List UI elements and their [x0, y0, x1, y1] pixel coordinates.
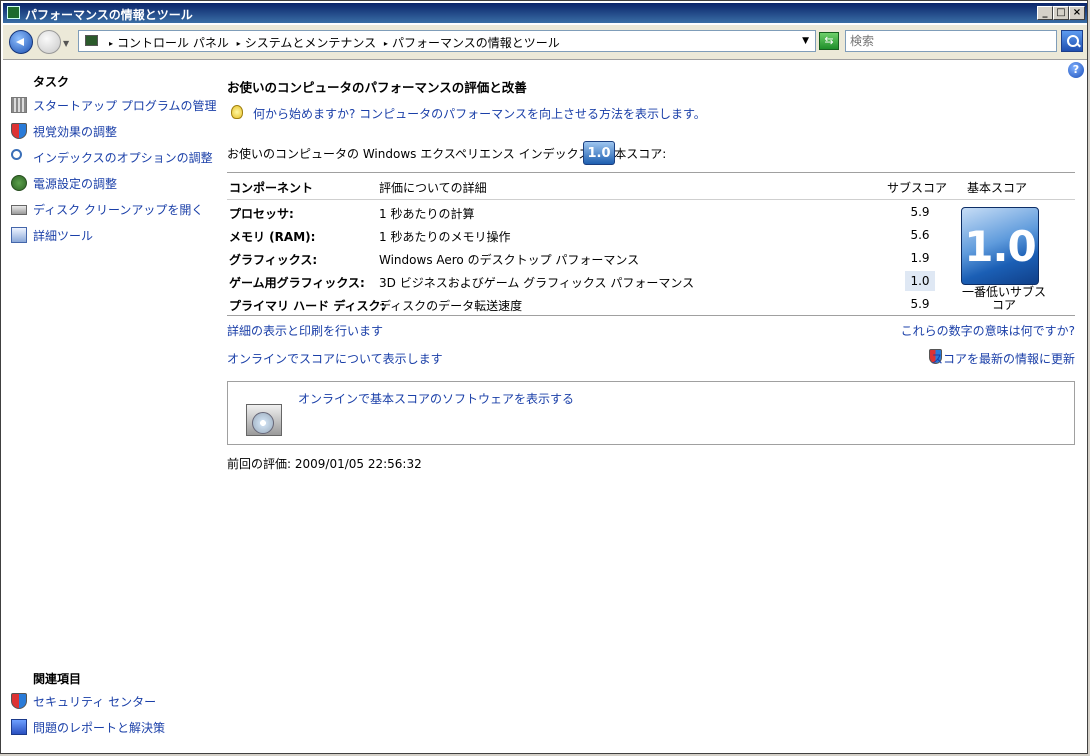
table-row: メモリ (RAM): 1 秒あたりのメモリ操作 5.6: [227, 224, 947, 246]
disk-cleanup-icon: [11, 205, 27, 215]
main-content: お使いのコンピュータのパフォーマンスの評価と改善 何から始めますか? コンピュー…: [227, 61, 1079, 751]
window: パフォーマンスの情報とツール _ □ × ▼ ▸ コントロール パネル ▸ システム…: [0, 0, 1088, 754]
lowest-subscore-value: 1.0: [905, 271, 935, 291]
base-score-mini-badge: 1.0: [583, 141, 615, 165]
chevron-icon[interactable]: ▸: [237, 39, 241, 48]
title-bar[interactable]: パフォーマンスの情報とツール _ □ ×: [3, 3, 1087, 23]
table-bottom-divider: [227, 315, 1075, 316]
shield-icon: [11, 693, 27, 709]
recent-pages-dropdown-icon[interactable]: ▼: [63, 39, 69, 48]
component-name: プロセッサ:: [229, 207, 294, 221]
related-heading: 関連項目: [33, 672, 82, 686]
chevron-icon[interactable]: ▸: [109, 39, 113, 48]
subscore-value: 5.9: [910, 297, 930, 311]
software-box: オンラインで基本スコアのソフトウェアを表示する: [227, 381, 1075, 445]
table-row: プロセッサ: 1 秒あたりの計算 5.9: [227, 201, 947, 223]
header-subscore: サブスコア: [887, 181, 948, 195]
header-basescore: 基本スコア: [967, 181, 1028, 195]
window-title: パフォーマンスの情報とツール: [25, 8, 193, 22]
cd-disc-shape: [252, 412, 274, 434]
task-label[interactable]: 詳細ツール: [33, 227, 93, 244]
back-button[interactable]: [9, 30, 33, 54]
component-name: グラフィックス:: [229, 253, 318, 267]
search-button[interactable]: [1061, 30, 1083, 52]
table-top-divider: [227, 172, 1075, 173]
breadcrumb-item[interactable]: システムとメンテナンス: [245, 36, 376, 50]
lightbulb-icon: [231, 105, 243, 119]
component-name: ゲーム用グラフィックス:: [229, 276, 365, 290]
last-rating-text: 前回の評価: 2009/01/05 22:56:32: [227, 457, 422, 471]
task-pane: タスク スタートアップ プログラムの管理 視覚効果の調整 インデックスのオプショ…: [3, 61, 216, 751]
search-input[interactable]: [845, 30, 1057, 52]
header-detail: 評価についての詳細: [379, 181, 487, 195]
minimize-button[interactable]: _: [1037, 6, 1053, 20]
power-icon: [11, 175, 27, 191]
maximize-button[interactable]: □: [1053, 6, 1069, 20]
breadcrumb-item[interactable]: コントロール パネル: [117, 36, 229, 50]
related-label[interactable]: セキュリティ センター: [33, 693, 156, 710]
tip-link[interactable]: 何から始めますか? コンピュータのパフォーマンスを向上させる方法を表示します。: [253, 105, 706, 122]
control-panel-icon: [85, 35, 98, 46]
component-name: プライマリ ハード ディスク:: [229, 299, 386, 313]
address-dropdown-icon[interactable]: ▼: [802, 36, 809, 46]
shield-icon: [11, 123, 27, 139]
component-detail: ディスクのデータ転送速度: [379, 299, 523, 313]
update-score-link[interactable]: スコアを最新の情報に更新: [931, 350, 1075, 367]
score-meaning-link[interactable]: これらの数字の意味は何ですか?: [901, 322, 1075, 339]
startup-programs-icon: [11, 97, 27, 113]
forward-button[interactable]: [37, 30, 61, 54]
software-online-link[interactable]: オンラインで基本スコアのソフトウェアを表示する: [298, 390, 574, 407]
software-box-icon: [242, 394, 286, 438]
component-detail: 1 秒あたりのメモリ操作: [379, 230, 511, 244]
subscore-value: 5.9: [910, 205, 930, 219]
print-details-link[interactable]: 詳細の表示と印刷を行います: [227, 322, 383, 339]
component-detail: 1 秒あたりの計算: [379, 207, 475, 221]
subscore-value: 1.9: [910, 251, 930, 265]
task-label[interactable]: ディスク クリーンアップを開く: [33, 201, 203, 218]
problem-reports-icon: [11, 719, 27, 735]
table-row: ゲーム用グラフィックス: 3D ビジネスおよびゲーム グラフィックス パフォーマ…: [227, 270, 947, 292]
chevron-icon[interactable]: ▸: [384, 39, 388, 48]
header-component: コンポーネント: [229, 181, 314, 195]
address-bar[interactable]: ▸ コントロール パネル ▸ システムとメンテナンス ▸ パフォーマンスの情報とツール…: [78, 30, 816, 52]
page-title: お使いのコンピュータのパフォーマンスの評価と改善: [227, 80, 527, 95]
table-row: グラフィックス: Windows Aero のデスクトップ パフォーマンス 1.…: [227, 247, 947, 269]
online-score-link[interactable]: オンラインでスコアについて表示します: [227, 350, 443, 367]
base-score-label: 一番低いサブスコア: [961, 285, 1046, 312]
close-button[interactable]: ×: [1069, 6, 1085, 20]
related-label[interactable]: 問題のレポートと解決策: [33, 719, 165, 736]
component-name: メモリ (RAM):: [229, 230, 316, 244]
navigation-bar: ▼ ▸ コントロール パネル ▸ システムとメンテナンス ▸ パフォーマンスの情報とツ…: [3, 25, 1087, 60]
table-row: プライマリ ハード ディスク: ディスクのデータ転送速度 5.9: [227, 293, 947, 315]
header-divider: [227, 199, 1075, 200]
task-label[interactable]: 視覚効果の調整: [33, 123, 117, 140]
indexing-icon: [11, 149, 22, 160]
component-detail: 3D ビジネスおよびゲーム グラフィックス パフォーマンス: [379, 276, 695, 290]
breadcrumb: ▸ コントロール パネル ▸ システムとメンテナンス ▸ パフォーマンスの情報とツール: [105, 34, 560, 51]
task-label[interactable]: インデックスのオプションの調整: [33, 149, 213, 166]
task-label[interactable]: 電源設定の調整: [33, 175, 117, 192]
task-label[interactable]: スタートアップ プログラムの管理: [33, 97, 216, 114]
tasks-heading: タスク: [33, 75, 70, 89]
subscore-value: 5.6: [910, 228, 930, 242]
control-panel-icon: [7, 6, 20, 19]
base-score-badge: 1.0: [961, 207, 1039, 285]
advanced-tools-icon: [11, 227, 27, 243]
refresh-button[interactable]: ⇆: [819, 32, 839, 50]
component-detail: Windows Aero のデスクトップ パフォーマンス: [379, 253, 640, 267]
breadcrumb-item[interactable]: パフォーマンスの情報とツール: [392, 36, 560, 50]
